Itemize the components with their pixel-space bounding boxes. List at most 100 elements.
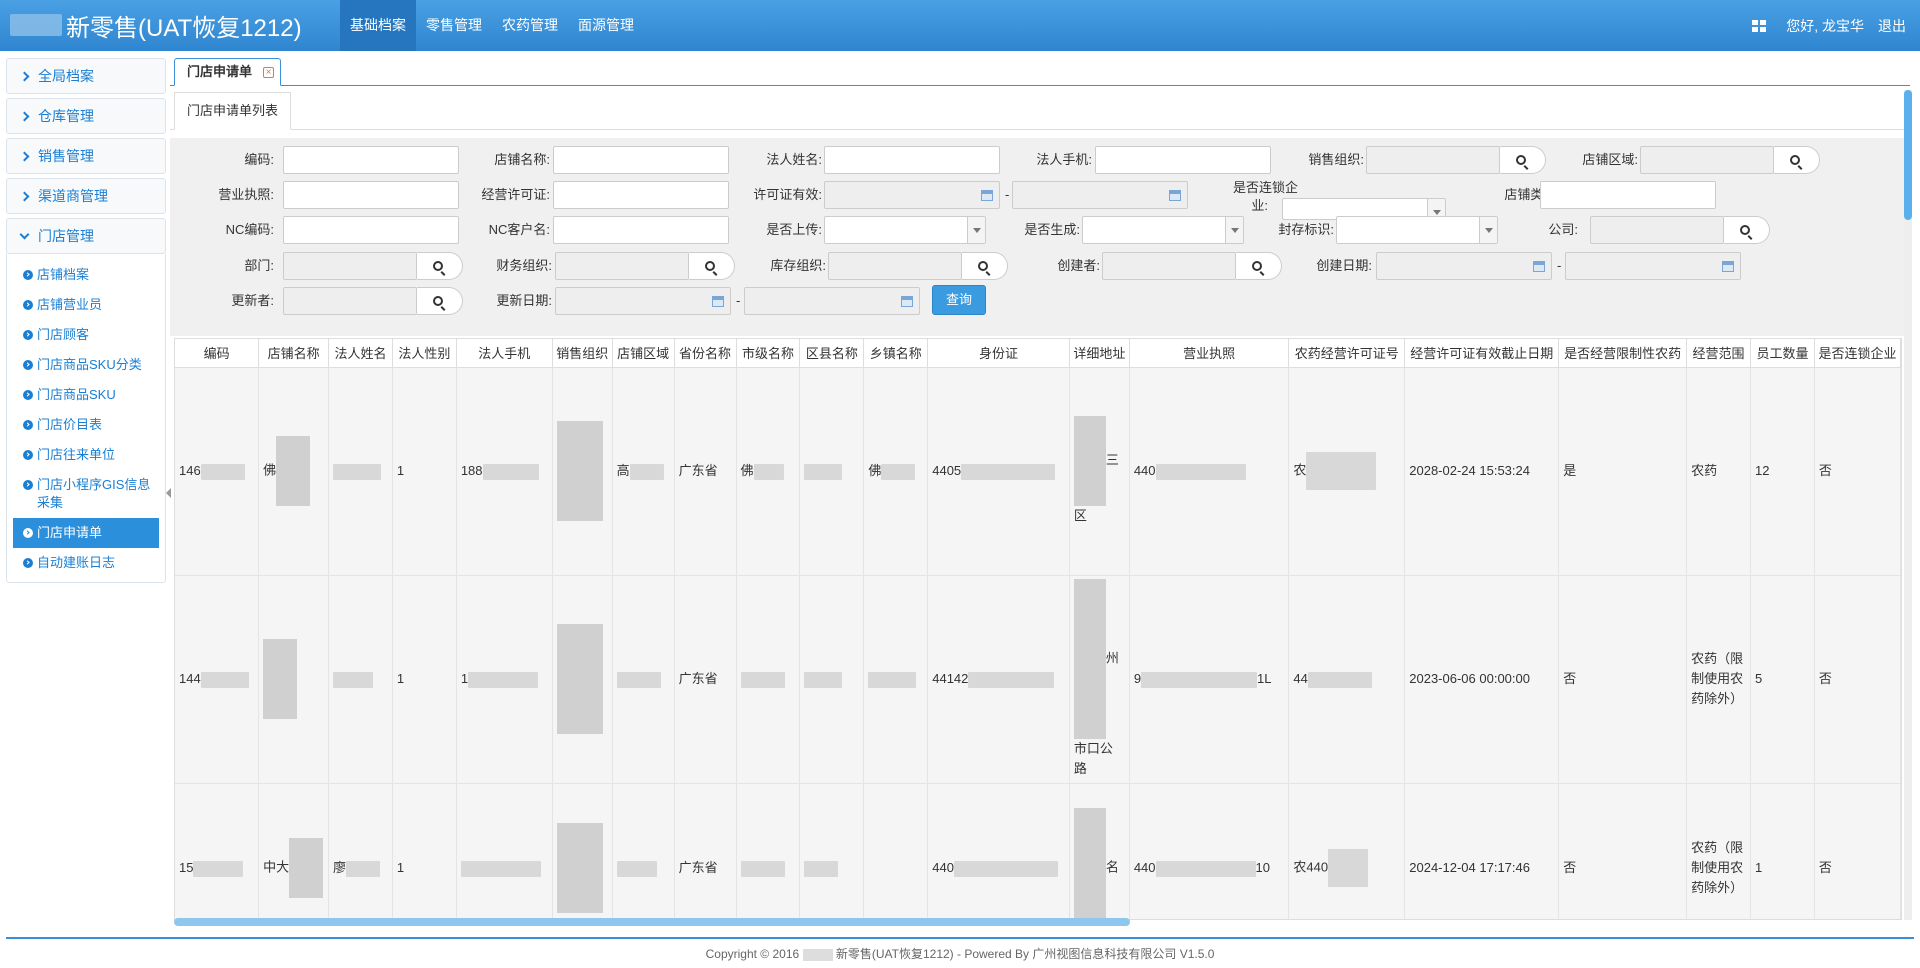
- biz-license-input[interactable]: [283, 181, 459, 209]
- sales-org-input[interactable]: [1366, 146, 1500, 174]
- col-header[interactable]: 员工数量: [1750, 339, 1815, 368]
- sidebar-group-sales[interactable]: 销售管理: [6, 138, 166, 174]
- subtab-store-application-list[interactable]: 门店申请单列表: [174, 92, 292, 130]
- sidebar-item-gis[interactable]: 门店小程序GIS信息采集: [13, 470, 159, 518]
- store-name-input[interactable]: [553, 146, 729, 174]
- col-header[interactable]: 店铺名称: [258, 339, 329, 368]
- company-search-button[interactable]: [1724, 216, 1770, 244]
- cell-chain: 否: [1814, 575, 1901, 784]
- col-header[interactable]: 销售组织: [552, 339, 613, 368]
- calendar-icon[interactable]: [712, 296, 724, 307]
- nc-code-input[interactable]: [283, 216, 459, 244]
- table-row[interactable]: 144 1 1 广东省 44142 州市口公路 9 1L 44 2023-06-0…: [175, 575, 1901, 784]
- legal-phone-input[interactable]: [1095, 146, 1271, 174]
- sidebar-group-global-archive[interactable]: 全局档案: [6, 58, 166, 94]
- user-greeting[interactable]: 您好, 龙宝华: [1786, 16, 1864, 36]
- topnav-basic-archive[interactable]: 基础档案: [340, 0, 416, 51]
- calendar-icon[interactable]: [1533, 261, 1545, 272]
- table-row[interactable]: 146 佛 1 188 高 广东省 佛 佛 4405 三区 440 农 2028…: [175, 367, 1901, 576]
- cell-legal-name: 廖: [328, 783, 393, 919]
- calendar-icon[interactable]: [901, 296, 913, 307]
- tab-store-application[interactable]: 门店申请单 ×: [174, 58, 282, 86]
- cell-sales-org: [552, 783, 613, 919]
- col-header[interactable]: 店铺区域: [612, 339, 675, 368]
- finance-org-input[interactable]: [555, 252, 689, 280]
- page-vertical-scrollbar[interactable]: [1904, 90, 1912, 920]
- creator-input[interactable]: [1102, 252, 1236, 280]
- chevron-right-icon: [19, 71, 30, 81]
- query-button[interactable]: 查询: [932, 285, 986, 315]
- col-header[interactable]: 法人性别: [392, 339, 457, 368]
- sidebar-group-store[interactable]: 门店管理: [6, 218, 166, 254]
- sidebar-item-store-customer[interactable]: 门店顾客: [13, 320, 159, 350]
- scrollbar-thumb[interactable]: [1904, 90, 1912, 220]
- sidebar-item-label: 自动建账日志: [37, 555, 116, 570]
- calendar-icon[interactable]: [1722, 261, 1734, 272]
- sidebar-item-sku[interactable]: 门店商品SKU: [13, 380, 159, 410]
- sidebar-item-store-clerk[interactable]: 店铺营业员: [13, 290, 159, 320]
- col-header[interactable]: 是否经营限制性农药: [1558, 339, 1688, 368]
- create-date-to-input[interactable]: [1565, 252, 1741, 280]
- topnav-pesticide-management[interactable]: 农药管理: [492, 0, 568, 51]
- app-grid-icon[interactable]: [1752, 19, 1767, 32]
- legal-name-input[interactable]: [824, 146, 1000, 174]
- sidebar-item-partner[interactable]: 门店往来单位: [13, 440, 159, 470]
- label-create-date: 创建日期:: [1316, 258, 1372, 273]
- table-row[interactable]: 15 中大 廖 1 广东省 440 名 440 10 农440 2024-12-0…: [175, 783, 1901, 919]
- col-header[interactable]: 农药经营许可证号: [1288, 339, 1406, 368]
- col-header[interactable]: 区县名称: [799, 339, 865, 368]
- sidebar-item-price-list[interactable]: 门店价目表: [13, 410, 159, 440]
- sidebar-item-sku-category[interactable]: 门店商品SKU分类: [13, 350, 159, 380]
- store-type-input[interactable]: [1540, 181, 1716, 209]
- top-nav: 基础档案 零售管理 农药管理 面源管理: [340, 0, 644, 51]
- dept-input[interactable]: [283, 252, 417, 280]
- close-icon[interactable]: ×: [263, 67, 275, 78]
- update-date-from-input[interactable]: [555, 287, 731, 315]
- nc-customer-input[interactable]: [553, 216, 729, 244]
- license-valid-to-input[interactable]: [1012, 181, 1188, 209]
- sidebar-collapse-arrow-icon[interactable]: [166, 488, 171, 498]
- store-area-input[interactable]: [1640, 146, 1774, 174]
- seal-flag-select[interactable]: [1336, 216, 1498, 244]
- company-input[interactable]: [1590, 216, 1724, 244]
- circle-arrow-icon: [23, 420, 33, 430]
- license-valid-from-input[interactable]: [824, 181, 1000, 209]
- col-header[interactable]: 是否连锁企业: [1814, 339, 1901, 368]
- logout-link[interactable]: 退出: [1878, 16, 1906, 36]
- cell-store-name: 佛: [258, 367, 329, 576]
- is-uploaded-select[interactable]: [824, 216, 986, 244]
- sidebar-item-label: 门店往来单位: [37, 447, 116, 462]
- code-input[interactable]: [283, 146, 459, 174]
- col-header[interactable]: 省份名称: [674, 339, 737, 368]
- create-date-from-input[interactable]: [1376, 252, 1552, 280]
- sidebar-item-store-archive[interactable]: 店铺档案: [13, 260, 159, 290]
- col-header[interactable]: 经营范围: [1686, 339, 1752, 368]
- col-header[interactable]: 编码: [175, 339, 260, 368]
- stock-org-input[interactable]: [828, 252, 962, 280]
- update-date-to-input[interactable]: [744, 287, 920, 315]
- calendar-icon[interactable]: [1169, 190, 1181, 201]
- sidebar-group-channel[interactable]: 渠道商管理: [6, 178, 166, 214]
- sidebar-item-auto-account-log[interactable]: 自动建账日志: [13, 548, 159, 578]
- calendar-icon[interactable]: [981, 190, 993, 201]
- op-license-input[interactable]: [553, 181, 729, 209]
- col-header[interactable]: 法人姓名: [328, 339, 393, 368]
- col-header[interactable]: 营业执照: [1129, 339, 1290, 368]
- topnav-nonpoint-source-management[interactable]: 面源管理: [568, 0, 644, 51]
- col-header[interactable]: 市级名称: [736, 339, 801, 368]
- sidebar-group-warehouse[interactable]: 仓库管理: [6, 98, 166, 134]
- updater-input[interactable]: [283, 287, 417, 315]
- search-icon: [433, 261, 443, 271]
- sidebar-item-store-application[interactable]: 门店申请单: [13, 518, 159, 548]
- col-header[interactable]: 身份证: [927, 339, 1070, 368]
- store-area-search-button[interactable]: [1774, 146, 1820, 174]
- col-header[interactable]: 法人手机: [456, 339, 553, 368]
- col-header[interactable]: 详细地址: [1069, 339, 1130, 368]
- col-header[interactable]: 乡镇名称: [863, 339, 929, 368]
- label-biz-license: 营业执照:: [218, 187, 274, 202]
- col-header[interactable]: 经营许可证有效截止日期: [1404, 339, 1560, 368]
- is-generated-select[interactable]: [1082, 216, 1244, 244]
- topnav-retail-management[interactable]: 零售管理: [416, 0, 492, 51]
- table-horizontal-scrollbar[interactable]: [174, 918, 1130, 926]
- circle-arrow-icon: [23, 528, 33, 538]
